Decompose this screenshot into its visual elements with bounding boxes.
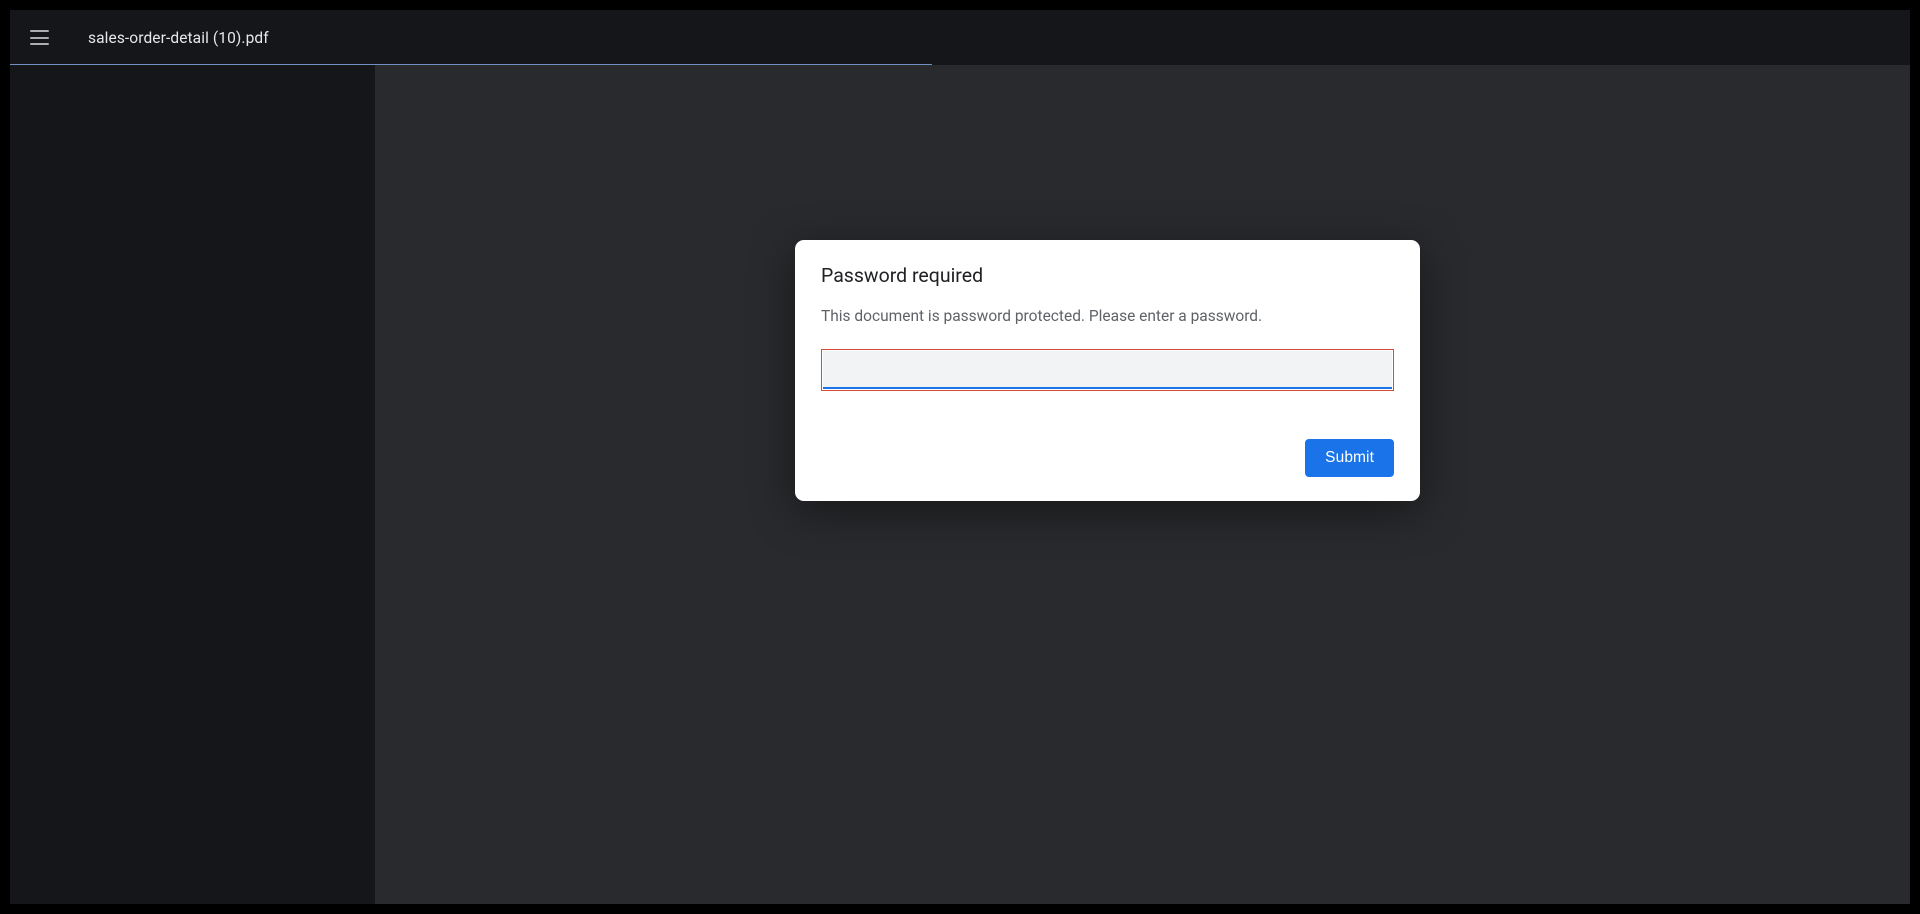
dialog-title: Password required bbox=[821, 264, 1394, 287]
password-dialog: Password required This document is passw… bbox=[795, 240, 1420, 501]
main-viewer: Password required This document is passw… bbox=[375, 65, 1910, 904]
toolbar: sales-order-detail (10).pdf bbox=[10, 10, 1910, 65]
pdf-viewer-window: sales-order-detail (10).pdf Password req… bbox=[10, 10, 1910, 904]
sidebar bbox=[10, 65, 375, 904]
dialog-message: This document is password protected. Ple… bbox=[821, 307, 1394, 325]
dialog-actions: Submit bbox=[821, 439, 1394, 477]
password-input[interactable] bbox=[823, 351, 1392, 389]
submit-button[interactable]: Submit bbox=[1305, 439, 1394, 477]
content-area: Password required This document is passw… bbox=[10, 65, 1910, 904]
document-filename: sales-order-detail (10).pdf bbox=[88, 29, 269, 47]
password-input-wrap bbox=[821, 349, 1394, 391]
menu-icon[interactable] bbox=[30, 27, 52, 49]
